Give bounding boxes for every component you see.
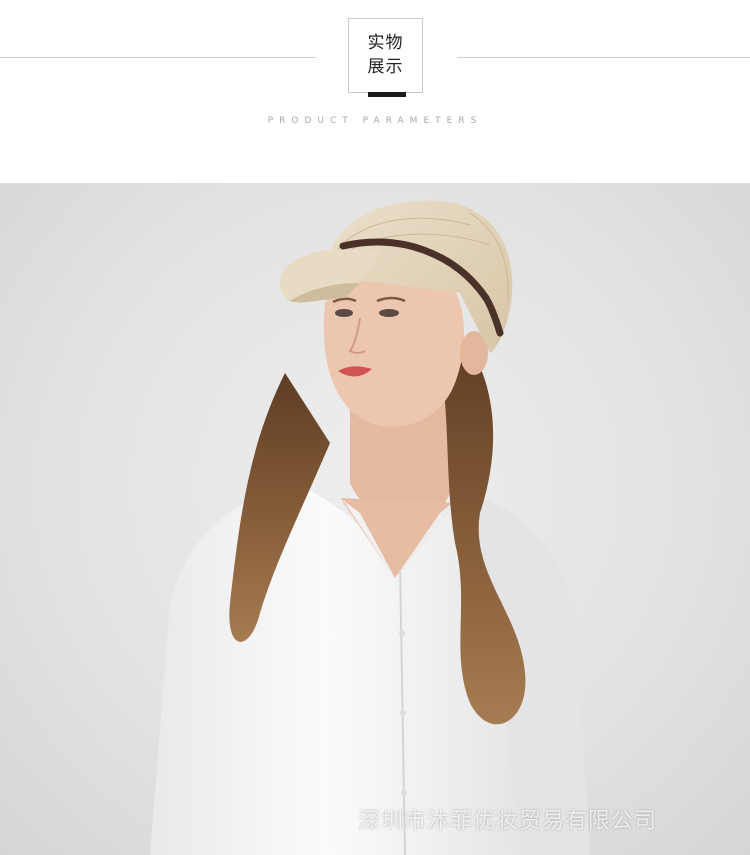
model-illustration [150, 200, 590, 855]
product-photo [0, 183, 750, 855]
section-header: 实物 展示 PRODUCT PARAMETERS [0, 0, 750, 183]
section-title: 实物 展示 [349, 31, 422, 79]
title-line-1: 实物 [367, 33, 404, 53]
title-line-2: 展示 [367, 57, 404, 77]
divider-left [0, 57, 316, 58]
title-box: 实物 展示 [348, 18, 423, 93]
watermark-text: 深圳市沐菲优妆贸易有限公司 [358, 809, 658, 834]
title-accent-bar [368, 92, 406, 97]
section-subtitle: PRODUCT PARAMETERS [267, 116, 483, 126]
divider-right [457, 57, 750, 58]
